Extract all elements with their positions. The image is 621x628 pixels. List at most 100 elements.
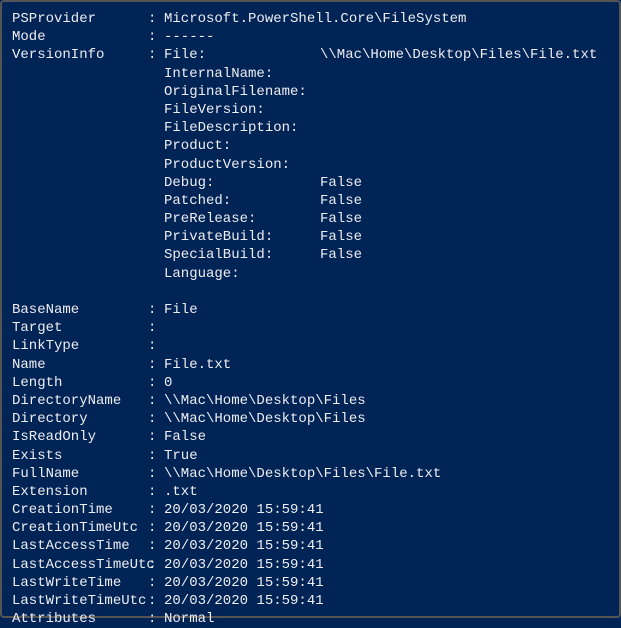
row-linktype: LinkType:	[12, 337, 609, 355]
separator: :	[148, 337, 164, 355]
label-versioninfo: VersionInfo	[12, 46, 148, 64]
separator: :	[148, 574, 164, 592]
row-fullname: FullName:\\Mac\Home\Desktop\Files\File.t…	[12, 465, 609, 483]
row-vi-filedescription: FileDescription:	[12, 119, 609, 137]
row-vi-privatebuild: PrivateBuild:False	[12, 228, 609, 246]
label-lastwritetime: LastWriteTime	[12, 574, 148, 592]
separator: :	[148, 46, 164, 64]
value-lastwritetime: 20/03/2020 15:59:41	[164, 575, 324, 591]
separator: :	[148, 537, 164, 555]
row-vi-language: Language:	[12, 265, 609, 283]
row-creationtime: CreationTime:20/03/2020 15:59:41	[12, 501, 609, 519]
value-creationtimeutc: 20/03/2020 15:59:41	[164, 520, 324, 536]
value-fullname: \\Mac\Home\Desktop\Files\File.txt	[164, 466, 441, 482]
separator: :	[148, 356, 164, 374]
label-fullname: FullName	[12, 465, 148, 483]
row-creationtimeutc: CreationTimeUtc:20/03/2020 15:59:41	[12, 519, 609, 537]
label-target: Target	[12, 319, 148, 337]
vi-fileversion-label: FileVersion:	[164, 101, 320, 119]
row-attributes: Attributes:Normal	[12, 610, 609, 628]
row-vi-prerelease: PreRelease:False	[12, 210, 609, 228]
row-lastaccesstime: LastAccessTime:20/03/2020 15:59:41	[12, 537, 609, 555]
row-vi-originalfilename: OriginalFilename:	[12, 83, 609, 101]
label-lastwritetimeutc: LastWriteTimeUtc	[12, 592, 148, 610]
separator: :	[148, 447, 164, 465]
label-creationtime: CreationTime	[12, 501, 148, 519]
separator: :	[148, 483, 164, 501]
vi-debug-value: False	[320, 175, 362, 191]
vi-file-value: \\Mac\Home\Desktop\Files\File.txt	[320, 47, 597, 63]
vi-language-label: Language:	[164, 265, 320, 283]
value-name: File.txt	[164, 357, 231, 373]
label-name: Name	[12, 356, 148, 374]
row-length: Length:0	[12, 374, 609, 392]
separator: :	[148, 592, 164, 610]
vi-prerelease-value: False	[320, 211, 362, 227]
row-exists: Exists:True	[12, 447, 609, 465]
label-directory: Directory	[12, 410, 148, 428]
row-versioninfo-file: VersionInfo:File:\\Mac\Home\Desktop\File…	[12, 46, 609, 64]
value-basename: File	[164, 302, 198, 318]
value-extension: .txt	[164, 484, 198, 500]
row-vi-productversion: ProductVersion:	[12, 156, 609, 174]
value-attributes: Normal	[164, 611, 214, 627]
vi-debug-label: Debug:	[164, 174, 320, 192]
label-directoryname: DirectoryName	[12, 392, 148, 410]
separator: :	[148, 519, 164, 537]
row-lastwritetimeutc: LastWriteTimeUtc:20/03/2020 15:59:41	[12, 592, 609, 610]
separator: :	[148, 501, 164, 519]
separator: :	[148, 301, 164, 319]
label-lastaccesstime: LastAccessTime	[12, 537, 148, 555]
row-lastwritetime: LastWriteTime:20/03/2020 15:59:41	[12, 574, 609, 592]
row-vi-patched: Patched:False	[12, 192, 609, 210]
separator: :	[148, 428, 164, 446]
row-vi-specialbuild: SpecialBuild:False	[12, 246, 609, 264]
separator: :	[148, 28, 164, 46]
row-vi-fileversion: FileVersion:	[12, 101, 609, 119]
separator: :	[148, 319, 164, 337]
separator: :	[148, 610, 164, 628]
value-mode: ------	[164, 29, 214, 45]
label-extension: Extension	[12, 483, 148, 501]
value-isreadonly: False	[164, 429, 206, 445]
vi-privatebuild-label: PrivateBuild:	[164, 228, 320, 246]
label-creationtimeutc: CreationTimeUtc	[12, 519, 148, 537]
row-basename: BaseName:File	[12, 301, 609, 319]
row-psprovider: PSProvider:Microsoft.PowerShell.Core\Fil…	[12, 10, 609, 28]
vi-internalname-label: InternalName:	[164, 65, 320, 83]
separator: :	[148, 410, 164, 428]
label-basename: BaseName	[12, 301, 148, 319]
label-linktype: LinkType	[12, 337, 148, 355]
row-vi-product: Product:	[12, 137, 609, 155]
label-psprovider: PSProvider	[12, 10, 148, 28]
value-exists: True	[164, 448, 198, 464]
row-isreadonly: IsReadOnly:False	[12, 428, 609, 446]
label-isreadonly: IsReadOnly	[12, 428, 148, 446]
separator: :	[148, 374, 164, 392]
vi-productversion-label: ProductVersion:	[164, 156, 320, 174]
label-mode: Mode	[12, 28, 148, 46]
row-name: Name:File.txt	[12, 356, 609, 374]
value-lastaccesstimeutc: 20/03/2020 15:59:41	[164, 557, 324, 573]
label-lastaccesstimeutc: LastAccessTimeUtc	[12, 556, 148, 574]
label-exists: Exists	[12, 447, 148, 465]
vi-filedescription-label: FileDescription:	[164, 119, 320, 137]
label-length: Length	[12, 374, 148, 392]
row-vi-debug: Debug:False	[12, 174, 609, 192]
value-length: 0	[164, 375, 172, 391]
vi-file-label: File:	[164, 46, 320, 64]
separator: :	[148, 392, 164, 410]
vi-patched-label: Patched:	[164, 192, 320, 210]
value-directoryname: \\Mac\Home\Desktop\Files	[164, 393, 366, 409]
label-attributes: Attributes	[12, 610, 148, 628]
vi-originalfilename-label: OriginalFilename:	[164, 83, 320, 101]
value-lastwritetimeutc: 20/03/2020 15:59:41	[164, 593, 324, 609]
separator: :	[148, 465, 164, 483]
vi-privatebuild-value: False	[320, 229, 362, 245]
value-directory: \\Mac\Home\Desktop\Files	[164, 411, 366, 427]
row-directoryname: DirectoryName:\\Mac\Home\Desktop\Files	[12, 392, 609, 410]
vi-patched-value: False	[320, 193, 362, 209]
value-psprovider: Microsoft.PowerShell.Core\FileSystem	[164, 11, 466, 27]
vi-prerelease-label: PreRelease:	[164, 210, 320, 228]
value-creationtime: 20/03/2020 15:59:41	[164, 502, 324, 518]
